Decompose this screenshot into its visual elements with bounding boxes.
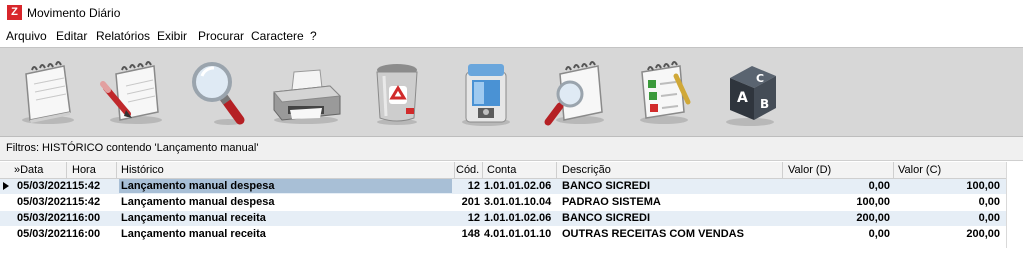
- cell-valor-d: 0,00: [868, 180, 890, 192]
- cell-conta: 1.01.01.02.06: [484, 180, 552, 192]
- title-bar: Z Movimento Diário: [0, 0, 1023, 26]
- menu-arquivo[interactable]: Arquivo: [6, 29, 47, 43]
- cell-historico: Lançamento manual despesa: [121, 196, 275, 208]
- column-divider[interactable]: [116, 162, 117, 178]
- cell-conta: 1.01.01.02.06: [484, 212, 552, 224]
- water-cooler-icon: [462, 64, 510, 126]
- menu-relatorios[interactable]: Relatórios: [96, 29, 150, 43]
- cell-data: 05/03/2021: [17, 196, 73, 208]
- cell-valor-c: 0,00: [978, 196, 1000, 208]
- svg-text:B: B: [760, 97, 769, 111]
- column-divider[interactable]: [782, 162, 783, 178]
- menu-procurar[interactable]: Procurar: [198, 29, 244, 43]
- delete-button[interactable]: [362, 58, 432, 128]
- search-button[interactable]: [186, 58, 256, 128]
- cell-descricao: BANCO SICREDI: [562, 212, 651, 224]
- magnifier-icon: [192, 62, 245, 125]
- abc-block-icon: C A B: [726, 66, 776, 126]
- menu-bar: Arquivo Editar Relatórios Exibir Procura…: [0, 26, 1023, 46]
- column-divider[interactable]: [893, 162, 894, 178]
- checklist-icon: [640, 61, 691, 124]
- cell-hora: 16:00: [72, 228, 101, 240]
- cell-conta: 3.01.01.10.04: [484, 196, 552, 208]
- cell-valor-c: 100,00: [966, 180, 1000, 192]
- cell-descricao: OUTRAS RECEITAS COM VENDAS: [562, 228, 744, 240]
- menu-help[interactable]: ?: [310, 29, 317, 43]
- col-header-valor-d[interactable]: Valor (D): [788, 164, 831, 179]
- search-notebook-icon: [544, 61, 604, 126]
- checklist-button[interactable]: [626, 58, 696, 128]
- table-row[interactable]: 05/03/2021 16:00 Lançamento manual recei…: [0, 227, 1006, 242]
- trash-icon: [376, 64, 418, 125]
- cell-hora: 16:00: [72, 212, 101, 224]
- font-button[interactable]: C A B: [716, 58, 786, 128]
- printer-icon: [273, 69, 342, 124]
- cell-cod: 12: [467, 212, 480, 224]
- column-divider[interactable]: [556, 162, 557, 178]
- grid-right-border: [1006, 162, 1007, 248]
- svg-text:A: A: [737, 90, 748, 106]
- edit-notebook-icon: [100, 61, 162, 124]
- col-header-cod[interactable]: Cód.: [456, 164, 479, 179]
- filter-bar: Filtros: HISTÓRICO contendo 'Lançamento …: [0, 137, 1023, 161]
- cell-valor-c: 0,00: [978, 212, 1000, 224]
- new-entry-button[interactable]: [12, 58, 82, 128]
- cell-valor-d: 100,00: [856, 196, 890, 208]
- menu-exibir[interactable]: Exibir: [157, 29, 187, 43]
- col-header-historico[interactable]: Histórico: [121, 164, 164, 179]
- col-header-data[interactable]: »Data: [14, 164, 43, 179]
- cell-descricao: PADRAO SISTEMA: [562, 196, 661, 208]
- col-header-conta[interactable]: Conta: [487, 164, 516, 179]
- cell-data: 05/03/2021: [17, 180, 73, 192]
- cell-descricao: BANCO SICREDI: [562, 180, 651, 192]
- window-title: Movimento Diário: [27, 6, 121, 20]
- cell-valor-d: 0,00: [868, 228, 890, 240]
- cell-data: 05/03/2021: [17, 212, 73, 224]
- cell-hora: 15:42: [72, 196, 101, 208]
- cell-cod: 201: [461, 196, 480, 208]
- app-logo-icon: Z: [7, 5, 22, 20]
- notebook-icon: [22, 61, 74, 124]
- svg-text:C: C: [756, 72, 764, 85]
- find-entry-button[interactable]: [540, 58, 610, 128]
- filter-text: Filtros: HISTÓRICO contendo 'Lançamento …: [6, 142, 259, 154]
- cell-conta: 4.01.01.01.10: [484, 228, 552, 240]
- menu-editar[interactable]: Editar: [56, 29, 87, 43]
- toolbar: C A B: [0, 47, 1023, 137]
- column-divider[interactable]: [66, 162, 67, 178]
- cell-valor-d: 200,00: [856, 212, 890, 224]
- cell-historico: Lançamento manual receita: [121, 228, 266, 240]
- column-divider[interactable]: [482, 162, 483, 178]
- cell-historico[interactable]: Lançamento manual despesa: [119, 179, 452, 193]
- table-row[interactable]: 05/03/2021 15:42 Lançamento manual despe…: [0, 195, 1006, 210]
- cell-data: 05/03/2021: [17, 228, 73, 240]
- edit-entry-button[interactable]: [98, 58, 168, 128]
- table-row[interactable]: 05/03/2021 15:42 Lançamento manual despe…: [0, 179, 1006, 194]
- cell-valor-c: 200,00: [966, 228, 1000, 240]
- column-divider[interactable]: [454, 162, 455, 178]
- tools-button[interactable]: [450, 58, 520, 128]
- col-header-descricao[interactable]: Descrição: [562, 164, 611, 179]
- row-indicator-icon: [3, 182, 9, 190]
- cell-hora: 15:42: [72, 180, 101, 192]
- menu-caractere[interactable]: Caractere: [251, 29, 304, 43]
- cell-historico: Lançamento manual receita: [121, 212, 266, 224]
- col-header-hora[interactable]: Hora: [72, 164, 96, 179]
- cell-cod: 148: [461, 228, 480, 240]
- cell-cod: 12: [467, 180, 480, 192]
- table-row[interactable]: 05/03/2021 16:00 Lançamento manual recei…: [0, 211, 1006, 226]
- col-header-valor-c[interactable]: Valor (C): [898, 164, 941, 179]
- print-button[interactable]: [270, 58, 342, 128]
